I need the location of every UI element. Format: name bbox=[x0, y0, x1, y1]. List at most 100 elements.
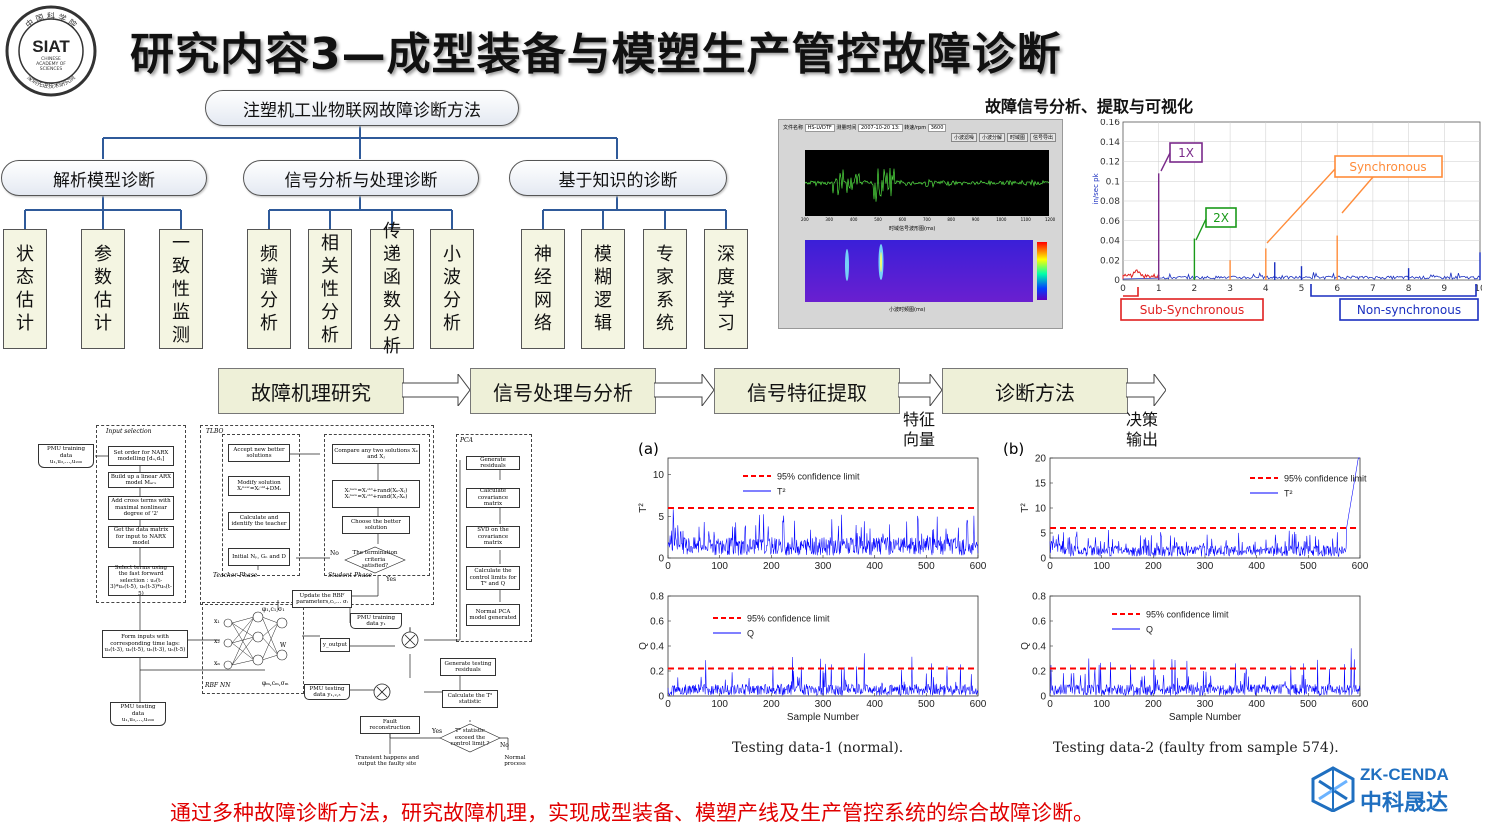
field-file-value[interactable]: HS-LVDTF bbox=[804, 124, 835, 132]
chart-a-q: 0 100 200 300 400 500 600 0 0.2 0.4 0.6 0.8 Q Sample … bbox=[638, 592, 987, 723]
student-update-rules: Xᵢⁿᵉʷ=Xᵢᵒˡᵈ+rand(Xₖ-Xⱼ) Xᵢⁿᵉʷ=Xᵢᵒˡᵈ+rand(… bbox=[332, 480, 420, 508]
chart-a-t2: 0 100 200 300 400 500 600 0 5 10 T² 95% confidence … bbox=[638, 457, 987, 572]
time-domain-button[interactable]: 时域图 bbox=[1006, 133, 1028, 142]
spectrum-xtick: 8 bbox=[1406, 284, 1412, 294]
x-tick-label: 100 bbox=[711, 699, 728, 710]
teacher-identify: Calculate and identify the teacher bbox=[228, 512, 290, 530]
spectrum-ytick: 0.04 bbox=[1100, 237, 1120, 247]
algorithm-flowchart: Input selection TLBO Teacher Phase Stude… bbox=[30, 420, 535, 775]
brand-name-en: ZK-CENDA bbox=[1360, 765, 1449, 784]
termination-criteria: The termination criteria satisfied? bbox=[352, 550, 398, 570]
leaf-fuzzy-logic: 模糊逻辑 bbox=[581, 229, 625, 349]
t2-decision: T² statistic exceed the control limit ? bbox=[451, 728, 490, 748]
spectrum-ytick: 0.12 bbox=[1100, 158, 1120, 168]
y-axis-label: Q bbox=[638, 642, 649, 650]
x-tick-label: 100 bbox=[1093, 699, 1110, 710]
waveform-tick: 500 bbox=[874, 217, 882, 222]
software-toolbar: 文件名称 HS-LVDTF 测量时间 2007-10-20 13: 转速/rpm… bbox=[783, 124, 947, 132]
y-tick-label: 0.2 bbox=[1032, 667, 1046, 678]
decision-output-label: 决策输出 bbox=[1125, 410, 1158, 449]
caption-b: Testing data-2 (faulty from sample 574). bbox=[1053, 740, 1339, 756]
decision-yes: Yes bbox=[432, 728, 443, 735]
leaf-spectrum-analysis: 频谱分析 bbox=[247, 229, 291, 349]
feature-vector-label: 特征向量 bbox=[902, 410, 935, 449]
category-signal-analysis: 信号分析与处理诊断 bbox=[243, 160, 479, 196]
caption-a: Testing data-1 (normal). bbox=[732, 740, 904, 756]
rbf-phi-bottom: φₘ,cₘ,σₘ bbox=[262, 680, 289, 687]
legend-series-label: Q bbox=[1146, 625, 1153, 635]
y-tick-label: 5 bbox=[1040, 529, 1046, 540]
flow-arrow-3 bbox=[898, 374, 942, 406]
y-tick-label: 0.4 bbox=[1032, 642, 1046, 653]
field-rpm-value[interactable]: 3600 bbox=[927, 124, 947, 132]
signal-export-button[interactable]: 信号导出 bbox=[1029, 133, 1056, 142]
rbf-x1: x₁ bbox=[214, 618, 220, 625]
tlbo-label: TLBO bbox=[206, 428, 224, 435]
y-tick-label: 0.4 bbox=[650, 642, 664, 653]
x-tick-label: 300 bbox=[1197, 561, 1214, 572]
wavelet-decompose-button[interactable]: 小波分解 bbox=[978, 133, 1005, 142]
tree-root: 注塑机工业物联网故障诊断方法 bbox=[205, 90, 519, 126]
flow-arrow-1 bbox=[402, 374, 470, 406]
y-axis-label: T² bbox=[1020, 503, 1031, 513]
x-tick-label: 200 bbox=[763, 561, 780, 572]
step-add-cross-terms: Add cross terms with maximal nonlinear d… bbox=[108, 496, 174, 520]
label-1x: 1X bbox=[1178, 146, 1194, 160]
waveform-tick: 200 bbox=[801, 217, 809, 222]
x-tick-label: 200 bbox=[1145, 699, 1162, 710]
pmu-training-data: PMU training data u₁,u₂,...,u₂₀₀ bbox=[38, 444, 94, 468]
y-tick-label: 0.8 bbox=[1032, 592, 1046, 603]
decision-no: No bbox=[500, 742, 509, 749]
pca-generate-residuals: Generate residuals bbox=[466, 456, 520, 470]
leaf-consistency-monitoring: 一致性监测 bbox=[159, 229, 203, 349]
spectrum-xtick: 6 bbox=[1334, 284, 1340, 294]
x-tick-label: 0 bbox=[1047, 699, 1053, 710]
y-tick-label: 20 bbox=[1035, 454, 1047, 465]
x-tick-label: 500 bbox=[918, 561, 935, 572]
x-tick-label: 400 bbox=[866, 561, 883, 572]
x-tick-label: 200 bbox=[1145, 561, 1162, 572]
x-tick-label: 300 bbox=[815, 699, 832, 710]
label-non-synchronous: Non-synchronous bbox=[1357, 303, 1461, 317]
form-inputs: Form inputs with corresponding time lags… bbox=[102, 630, 188, 658]
waveform-tick: 700 bbox=[923, 217, 931, 222]
x-axis-label: Sample Number bbox=[1169, 712, 1242, 723]
leaf-deep-learning: 深度学习 bbox=[704, 229, 748, 349]
x-tick-label: 600 bbox=[970, 699, 987, 710]
student-choose-better: Choose the better solution bbox=[342, 516, 410, 534]
spectrum-ytick: 0.1 bbox=[1106, 177, 1120, 187]
field-time-value[interactable]: 2007-10-20 13: bbox=[858, 124, 903, 132]
waveform-ticks: 200 300 400 500 600 700 800 900 1000 1100 1200 bbox=[801, 217, 1055, 225]
y-tick-label: 0 bbox=[658, 554, 664, 565]
chart-b-q: 0 100 200 300 400 500 600 0 0.2 0.4 0.6 0.8 Q Sample … bbox=[1020, 592, 1369, 723]
wavelet-denoise-button[interactable]: 小波滤噪 bbox=[950, 133, 977, 142]
leaf-wavelet-analysis: 小波分析 bbox=[430, 229, 474, 349]
x-tick-label: 600 bbox=[970, 561, 987, 572]
legend-limit-label: 95% confidence limit bbox=[747, 614, 830, 624]
y-tick-label: 0 bbox=[658, 692, 664, 703]
y-tick-label: 0.2 bbox=[650, 667, 664, 678]
leaf-transfer-function: 传递函数分析 bbox=[370, 221, 414, 357]
update-rbf-params: Update the RBF parameters,cᵢ,... σᵢ bbox=[292, 590, 352, 608]
spectrum-ytick: 0.06 bbox=[1100, 217, 1120, 227]
termination-no: No bbox=[330, 550, 339, 557]
leaf-parameter-estimation: 参数估计 bbox=[81, 229, 125, 349]
step-build-arx: Build up a linear ARX model Mₐᵣₓ bbox=[108, 472, 174, 488]
flow-step-mechanism: 故障机理研究 bbox=[218, 368, 404, 414]
y-tick-label: 0.6 bbox=[650, 617, 664, 628]
step-set-order: Set order for NARX modelling [dᵤ,dᵧ] bbox=[108, 446, 174, 466]
x-tick-label: 100 bbox=[711, 561, 728, 572]
x-tick-label: 300 bbox=[815, 561, 832, 572]
spectrum-ytick: 0.14 bbox=[1100, 138, 1120, 148]
waveform-tick: 600 bbox=[898, 217, 907, 222]
normal-process: Normal process bbox=[504, 754, 526, 768]
rbf-xn: xₙ bbox=[214, 660, 220, 667]
fault-reconstruction: Fault reconstruction bbox=[360, 716, 420, 734]
rbf-phi-top: φ₁,c₁,σ₁ bbox=[262, 606, 285, 613]
x-tick-label: 500 bbox=[918, 699, 935, 710]
waveform-tick: 300 bbox=[825, 217, 834, 222]
label-2x: 2X bbox=[1213, 211, 1229, 225]
x-tick-label: 300 bbox=[1197, 699, 1214, 710]
pca-covariance: Calculate covariance matrix bbox=[466, 488, 520, 508]
spectrum-xtick: 9 bbox=[1441, 284, 1447, 294]
